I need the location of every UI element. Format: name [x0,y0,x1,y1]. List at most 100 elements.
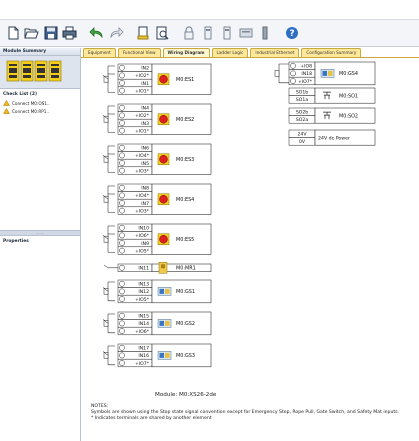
terminal-screw-icon [119,247,125,254]
wiring-block: IN8+IO4* IN7+IO3* M0:ES4 [102,183,212,215]
terminal-label: IN4 [141,106,149,112]
tab-ladder-logic[interactable]: Ladder Logic [211,48,249,57]
device-label: M0:ES2 [176,117,194,123]
wiring-block: SO1bSO1a M0:SO1 [288,87,376,104]
wire [107,65,115,93]
window-title-bar [0,0,419,19]
check-list-item[interactable]: Connect M0:RP1.. [0,107,80,115]
contact-symbol-icon [274,70,280,77]
terminal-label: IN6 [141,146,149,152]
reset-button-cap-icon [161,264,165,269]
lock-icon[interactable] [180,25,197,42]
emergency-stop-button-icon [159,154,168,164]
contact-symbol-icon [103,235,109,243]
gate-switch-body-icon [165,320,170,326]
terminal-label: +IO7* [298,79,313,85]
terminal-screw-icon [119,320,125,327]
new-icon[interactable] [4,25,21,42]
redo-icon[interactable] [107,25,124,42]
wire [107,225,115,253]
tab-industrial-ethernet[interactable]: Industrial Ethernet [250,48,300,57]
wire [107,345,115,366]
module-left-icon[interactable] [199,25,216,42]
terminal-label: IN5 [141,161,149,167]
open-icon[interactable] [23,25,40,42]
device-label: M0:MR1 [176,266,196,272]
terminal-label: +IO8 [300,64,312,70]
wire [107,105,115,133]
terminal-label: IN14 [138,321,149,327]
terminal-screw-icon [119,167,125,174]
print-icon[interactable] [61,25,78,42]
terminal-screw-icon [119,64,125,71]
tab-wiring-diagram[interactable]: Wiring Diagram [162,48,210,57]
module-label: Module: M0:XS26-2de [155,392,217,398]
emergency-stop-button-icon [159,74,168,84]
terminal-label: +IO4* [135,153,150,159]
terminal-screw-icon [119,328,125,334]
wiring-block: IN6+IO4* IN5+IO3* M0:ES3 [102,143,212,175]
wiring-block: IN10+IO6* IN9+IO5* M0:ES5 [102,223,212,255]
contact-symbol-icon [103,352,109,359]
terminal-screw-icon [119,280,125,287]
module-summary-header: Module Summary [0,48,80,56]
check-list-item[interactable]: Connect M0:OS1.. [0,99,80,107]
terminal-label: +IO2* [135,73,150,79]
preview-icon[interactable] [153,25,170,42]
wiring-diagram-canvas[interactable]: IN2 +IO2* IN1 +IO1* M0:ES1 IN4 +IO2* IN3 +IO1* M0… [81,58,419,441]
terminal-screw-icon [119,80,125,86]
terminal-screw-icon [119,360,125,366]
terminal-screw-icon [119,240,125,246]
terminal-screw-icon [119,224,125,231]
terminal-screw-icon [119,200,125,206]
terminal-screw-icon [119,344,125,351]
module-thumbnail[interactable] [5,59,63,83]
terminal-label: IN3 [141,121,149,127]
terminal-label: IN1 [141,81,149,87]
terminal-label: +IO3* [135,168,150,174]
terminal-screw-icon [119,312,125,319]
device-label: M0:GS1 [176,289,195,295]
terminal-screw-icon [119,352,125,359]
svg-text:?: ? [289,29,294,39]
terminal-screw-icon [119,152,125,159]
undo-icon[interactable] [88,25,105,42]
tab-equipment[interactable]: Equipment [83,48,116,57]
terminal-label: SO2b [296,110,308,116]
device-label: M0:SO2 [339,113,358,119]
terminal-label: IN10 [138,226,149,232]
terminal-screw-icon [119,144,125,151]
wiring-block: IN17IN16 +IO7* M0:GS3 [102,343,212,368]
device-label: M0:ES5 [176,237,194,243]
help-icon[interactable]: ? [283,25,300,42]
save-icon[interactable] [42,25,59,42]
terminal-label: 24V [298,132,308,138]
contact-lever-icon [103,264,109,269]
terminal-label: IN9 [141,241,149,247]
wiring-diagram[interactable]: IN2+IO2*IN1+IO1*M0:ES1IN4+IO2*IN3+IO1*M0… [81,58,419,390]
terminal-label: +IO5* [135,248,150,254]
terminal-screw-icon [119,87,125,94]
terminal-label: IN2 [141,66,149,72]
terminal-screw-icon [119,207,125,214]
tab-configuration-summary[interactable]: Configuration Summary [301,48,362,57]
wiring-block: IN2+IO2* IN1+IO1* M0:ES1 [102,63,212,95]
report-icon[interactable] [134,25,151,42]
terminal-label: SO1a [296,97,308,103]
terminal-label: +IO6* [135,233,150,239]
tab-functional-view[interactable]: Functional View [117,48,161,57]
properties-title: Properties [3,239,29,244]
gate-switch-actuator-icon [159,288,164,294]
terminal-screw-icon [119,127,125,134]
gate-switch-actuator-icon [159,320,164,326]
terminal-label: +IO1* [135,128,150,134]
device-label: M0:GS2 [176,321,195,327]
terminal-label: +IO2* [135,113,150,119]
terminal-label: +IO5* [135,297,150,303]
power-icon[interactable] [256,25,273,42]
module-right-icon[interactable] [218,25,235,42]
device-label: M0:ES4 [176,197,194,203]
drive-icon[interactable] [237,25,254,42]
terminal-screw-icon [119,120,125,126]
properties-panel: Properties [0,236,80,441]
